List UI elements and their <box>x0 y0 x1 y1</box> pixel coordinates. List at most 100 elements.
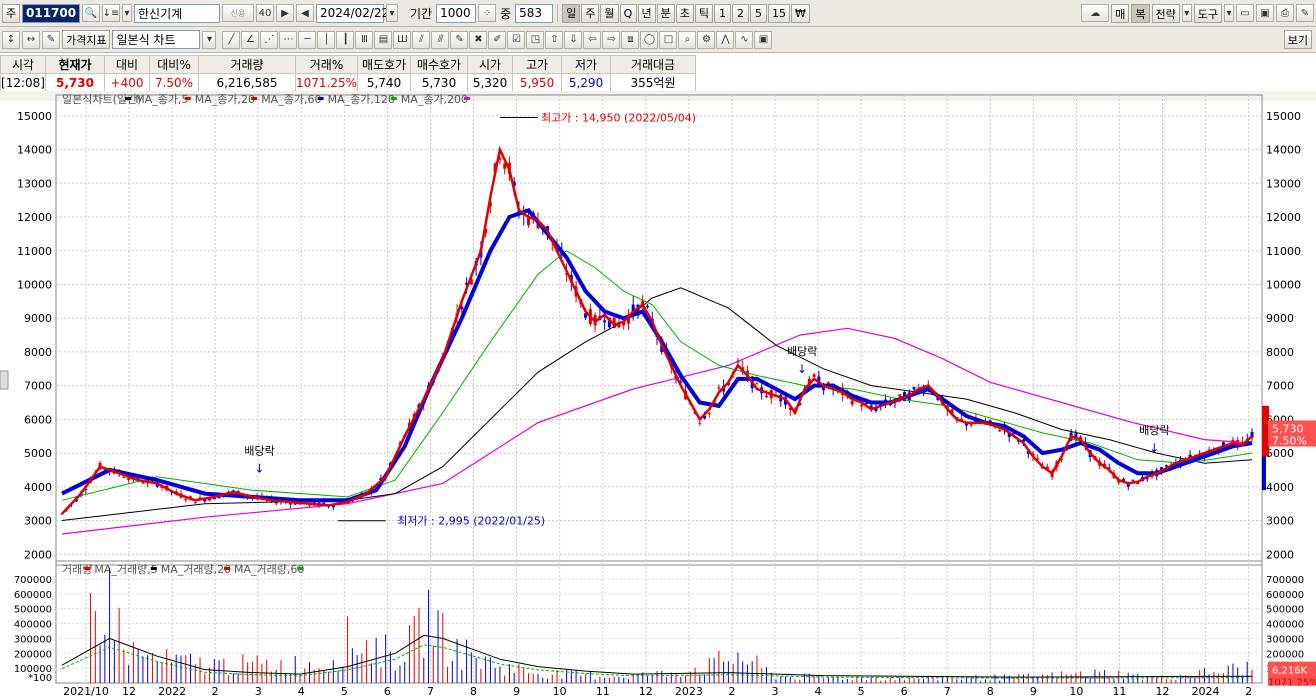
rectangle-icon[interactable]: □ <box>659 30 678 49</box>
price-legend-3: MA_종가,60 <box>261 93 321 106</box>
dropdown-icon[interactable]: ▾ <box>122 4 132 22</box>
channel-icon[interactable]: Ⅲ <box>355 30 374 49</box>
circle-icon[interactable]: ◯ <box>640 30 659 49</box>
quote-table: 시각 현재가 대비 대비% 거래량 거래% 매도호가 매수호가 시가 고가 저가 거래대금 [12:0… <box>0 55 697 92</box>
print-icon[interactable]: ⎙ <box>1276 4 1294 22</box>
legend-swatch <box>125 97 132 100</box>
favorite-icon[interactable]: 40 <box>256 4 274 22</box>
y-tick-label-left: 4000 <box>24 481 52 494</box>
stock-name-field[interactable]: 한신기계 <box>134 3 220 23</box>
play-forward-icon[interactable]: ▶ <box>276 4 294 22</box>
save-icon[interactable]: ▣ <box>1256 4 1274 22</box>
down-arrow-icon[interactable]: ⇩ <box>564 30 583 49</box>
fibo-icon[interactable]: ⋯ <box>279 30 298 49</box>
play-back-icon[interactable]: ◀ <box>296 4 314 22</box>
market-type-button[interactable]: 주 <box>2 3 20 23</box>
speed-line-icon[interactable]: ⫽ <box>412 30 431 49</box>
dividend-annotation-2: 배당락 <box>1139 424 1169 437</box>
calendar-dropdown-icon[interactable]: ▾ <box>386 4 398 22</box>
text-icon[interactable]: ✐ <box>488 30 507 49</box>
x-tick-label: 6 <box>384 685 391 697</box>
last-range-down <box>1262 456 1266 491</box>
strategy-dropdown-icon[interactable]: ▾ <box>1181 4 1192 22</box>
settings-icon[interactable]: ✎ <box>1296 4 1314 22</box>
legend-swatch <box>297 567 304 570</box>
last-volume: 6,216K <box>1272 666 1308 677</box>
period-button-8[interactable]: 1 <box>714 3 732 23</box>
period-button-6[interactable]: 초 <box>675 3 694 23</box>
screen-icon[interactable]: ▣ <box>754 30 773 49</box>
y-tick-label-right: 9000 <box>1266 312 1294 325</box>
stock-code-input[interactable]: 011700 <box>22 3 80 23</box>
chart-type-select[interactable]: 일본식 차트 <box>112 30 201 49</box>
target-icon[interactable]: ⧈ <box>621 30 640 49</box>
date-field[interactable]: 2024/02/22 <box>316 3 389 23</box>
cross-line-icon[interactable]: ┃ <box>336 30 355 49</box>
right-arrow-icon[interactable]: ⇨ <box>602 30 621 49</box>
box-icon[interactable]: ◳ <box>526 30 545 49</box>
indicator-button[interactable]: 가격지표 <box>62 30 111 49</box>
arrow-leftright-icon[interactable]: ↔ <box>22 30 40 49</box>
period-button-1[interactable]: 주 <box>581 3 600 23</box>
arrow-updown-icon[interactable]: ↕ <box>2 30 20 49</box>
view-button[interactable]: 보기 <box>1283 30 1312 49</box>
candle-body <box>698 422 702 424</box>
parallel-icon[interactable]: Ш <box>393 30 412 49</box>
trendline-icon[interactable]: ╱ <box>222 30 241 49</box>
quote-value-4: 6,216,585 <box>198 73 296 92</box>
period-button-11[interactable]: 15 <box>768 3 791 23</box>
draw-tools: ╱ ∠ ⋰ ⋯ ─ │ ┃ Ⅲ ▤ Ш ⫽ ⫻ ✎ ✖ ✐ ☑ ◳ ⇧ ⇩ ⇦ ⇨ ⧈ ◯ □ ⌕ ⚙ ⋀ ∿ ▣ <box>222 30 773 49</box>
quote-header-2: 대비 <box>104 55 150 74</box>
sort-icon[interactable]: ↓≡ <box>102 4 120 22</box>
settings-icon[interactable]: ⚙ <box>697 30 716 49</box>
tools-dropdown-icon[interactable]: ▾ <box>1224 4 1234 22</box>
stock-chart[interactable]: 2021/10 12 2022 2 3 4 5 6 7 8 9 10 11 12 2023 2 3 4 5 6 7 8 9 1… <box>0 91 1316 697</box>
erase-icon[interactable]: ✖ <box>469 30 488 49</box>
period-button-0[interactable]: 일 <box>562 3 581 23</box>
left-arrow-icon[interactable]: ⇦ <box>583 30 602 49</box>
period-button-7[interactable]: 틱 <box>694 3 714 23</box>
fan-icon[interactable]: ⋰ <box>260 30 279 49</box>
spin-icon[interactable]: ⁘ <box>478 4 497 22</box>
button-buy[interactable]: 매 <box>1111 4 1130 23</box>
period-button-9[interactable]: 2 <box>732 3 750 23</box>
cloud-icon[interactable]: ☁ <box>1081 4 1110 22</box>
price-legend-4: MA_종가,120 <box>328 93 395 106</box>
up-arrow-icon[interactable]: ⇧ <box>545 30 564 49</box>
check-icon[interactable]: ☑ <box>507 30 526 49</box>
period-button-10[interactable]: 5 <box>750 3 768 23</box>
period-button-2[interactable]: 월 <box>600 3 619 23</box>
price-legend-5: MA_종가,200 <box>401 93 468 106</box>
info-icon[interactable]: 신용 <box>222 4 254 22</box>
volume-legend-1: MA_거래량,5 <box>94 563 157 576</box>
gann-icon[interactable]: ⫻ <box>431 30 450 49</box>
grid-icon[interactable]: ▤ <box>374 30 393 49</box>
x-tick-label: 11 <box>1112 685 1126 697</box>
chart-type-dropdown-icon[interactable]: ▾ <box>202 30 217 49</box>
pencil-icon[interactable]: ✎ <box>450 30 469 49</box>
tools-button[interactable]: 도구 <box>1193 4 1222 23</box>
vertical-line-icon[interactable]: │ <box>317 30 336 49</box>
period-button-12[interactable]: ₩ <box>791 3 810 23</box>
search-icon[interactable]: 🔍 <box>82 4 100 22</box>
wave-icon[interactable]: ∿ <box>735 30 754 49</box>
zoom-icon[interactable]: ⌕ <box>678 30 697 49</box>
period-button-5[interactable]: 분 <box>656 3 675 23</box>
horizontal-line-icon[interactable]: ─ <box>298 30 317 49</box>
strategy-button[interactable]: 전략 <box>1151 4 1180 23</box>
edit-icon[interactable]: ✎ <box>42 30 60 49</box>
period-button-3[interactable]: Q <box>619 3 637 23</box>
y-tick-label-left: 8000 <box>24 346 52 359</box>
period-input[interactable]: 1000 <box>436 3 477 23</box>
peak-icon[interactable]: ⋀ <box>716 30 735 49</box>
angle-icon[interactable]: ∠ <box>241 30 260 49</box>
y-tick-label-left: 2000 <box>24 548 52 561</box>
button-copy[interactable]: 복 <box>1131 4 1150 23</box>
legend-swatch <box>150 567 157 570</box>
x-tick-label: 3 <box>771 685 778 697</box>
count-input[interactable]: 583 <box>515 3 554 23</box>
candle-body <box>141 482 145 484</box>
period-button-4[interactable]: 년 <box>637 3 656 23</box>
quote-value-5: 1071.25% <box>294 73 359 92</box>
folder-icon[interactable]: ▭ <box>1236 4 1254 22</box>
